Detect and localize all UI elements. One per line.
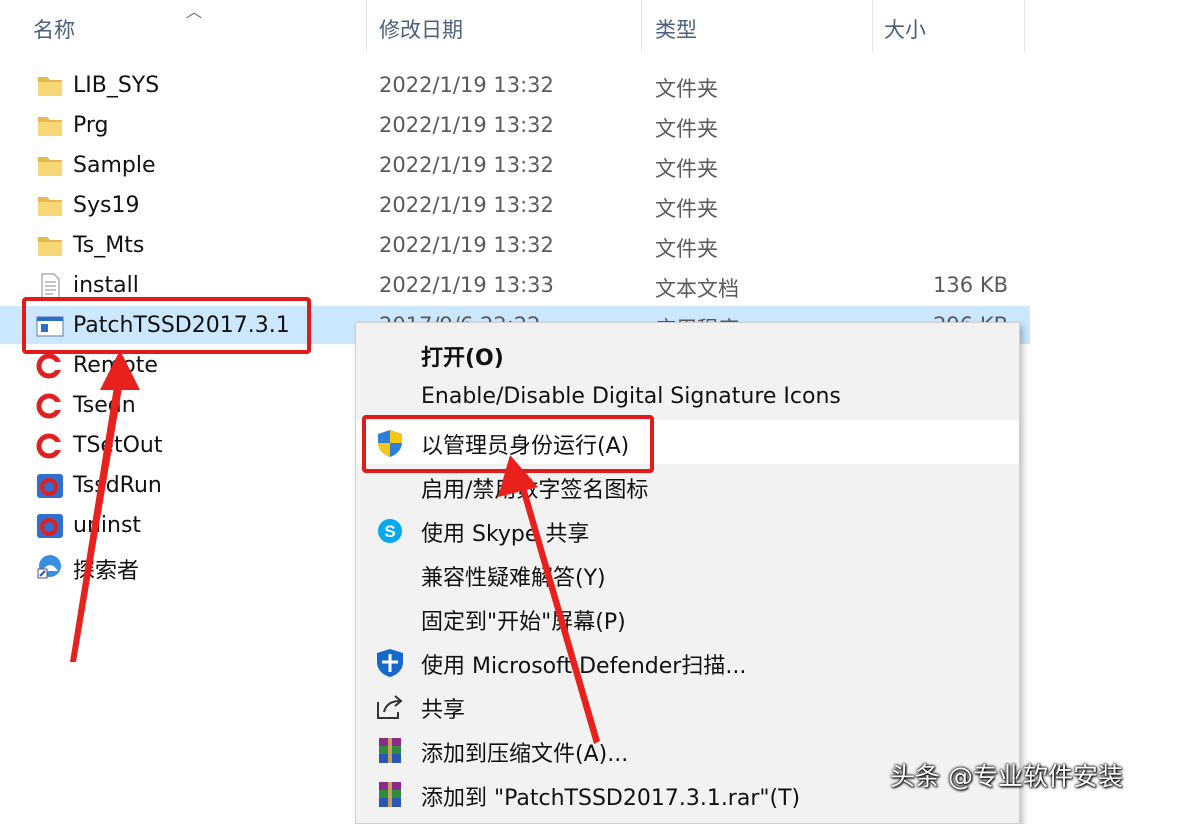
red-arrow-icon (70, 350, 140, 662)
watermark: 头条 @专业软件安装 (890, 762, 1123, 791)
red-arrow-icon (498, 455, 600, 744)
annotation-arrows (70, 350, 600, 744)
